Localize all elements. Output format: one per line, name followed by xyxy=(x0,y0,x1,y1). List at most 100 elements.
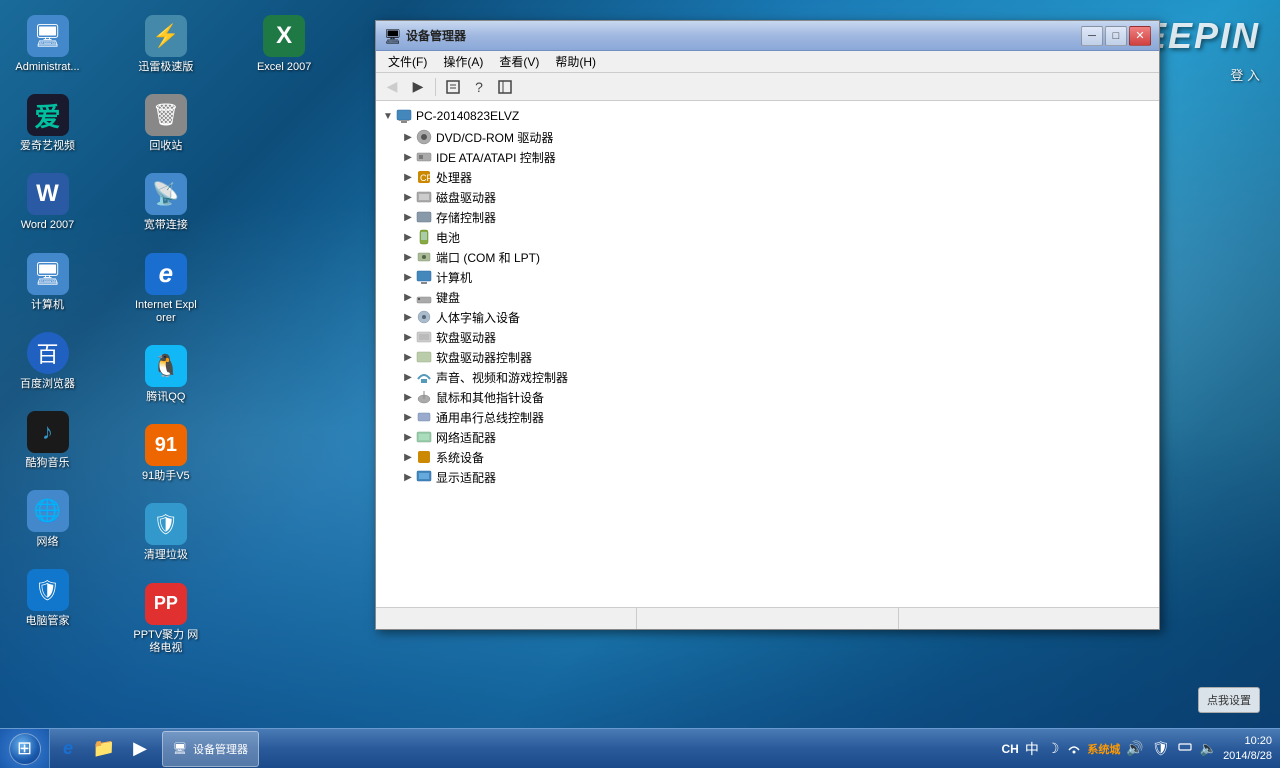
taskbar-items: e 📁 ▶ 🖥 设备管理器 xyxy=(50,729,994,768)
toolbar-separator-1 xyxy=(435,78,436,96)
desktop-icon-thunder[interactable]: ⚡ 迅雷极速版 xyxy=(128,10,203,79)
tree-item-17[interactable]: ▶ 显示适配器 xyxy=(380,467,1155,487)
expand-5[interactable]: ▶ xyxy=(400,229,416,245)
window-titlebar[interactable]: 🖥 设备管理器 ─ □ ✕ xyxy=(376,21,1159,51)
tray-speaker-icon[interactable]: 🔊 xyxy=(1124,738,1145,759)
help-button[interactable]: ? xyxy=(467,76,491,98)
settings-button[interactable]: 点我设置 xyxy=(1198,687,1260,713)
ime-icon[interactable]: 中 xyxy=(1023,737,1041,761)
start-button[interactable]: ⊞ xyxy=(0,729,50,768)
taskbar-media-icon[interactable]: ▶ xyxy=(124,733,156,765)
expand-11[interactable]: ▶ xyxy=(400,349,416,365)
tree-item-15[interactable]: ▶ 网络适配器 xyxy=(380,427,1155,447)
desktop-icon-word2007[interactable]: W Word 2007 xyxy=(10,168,85,237)
desktop-icon-administrator[interactable]: 🖥 Administrat... xyxy=(10,10,85,79)
minimize-button[interactable]: ─ xyxy=(1081,26,1103,46)
desktop-icon-baidu[interactable]: 百 百度浏览器 xyxy=(10,327,85,396)
refresh-button[interactable] xyxy=(493,76,517,98)
forward-button[interactable]: ▶ xyxy=(406,76,430,98)
tree-item-12[interactable]: ▶ 声音、视频和游戏控制器 xyxy=(380,367,1155,387)
expand-10[interactable]: ▶ xyxy=(400,329,416,345)
desktop-icon-v91[interactable]: 91 91助手V5 xyxy=(128,419,203,488)
desktop-icon-excel2007[interactable]: X Excel 2007 xyxy=(247,10,322,79)
cleanmaster-icon: 🛡 xyxy=(145,503,187,545)
desktop-icon-ie[interactable]: e Internet Explorer xyxy=(128,248,203,330)
device-tree[interactable]: ▼ PC-20140823ELVZ ▶ DVD/CD-ROM 驱动器 ▶ xyxy=(376,101,1159,607)
tree-item-5[interactable]: ▶ 电池 xyxy=(380,227,1155,247)
expand-13[interactable]: ▶ xyxy=(400,389,416,405)
expand-0[interactable]: ▶ xyxy=(400,129,416,145)
desktop-icon-recycle[interactable]: 🗑 回收站 xyxy=(128,89,203,158)
desktop-icon-broadband[interactable]: 📡 宽带连接 xyxy=(128,168,203,237)
tree-item-2[interactable]: ▶ CPU 处理器 xyxy=(380,167,1155,187)
system-clock[interactable]: 10:20 2014/8/28 xyxy=(1223,734,1272,763)
taskbar-ie-icon[interactable]: e xyxy=(52,733,84,765)
menu-help[interactable]: 帮助(H) xyxy=(547,51,604,72)
login-text: 登 入 xyxy=(1230,65,1260,84)
expand-14[interactable]: ▶ xyxy=(400,409,416,425)
expand-2[interactable]: ▶ xyxy=(400,169,416,185)
iqiyi-icon: 爱 xyxy=(27,94,69,136)
close-button[interactable]: ✕ xyxy=(1129,26,1151,46)
expand-8[interactable]: ▶ xyxy=(400,289,416,305)
window-controls: ─ □ ✕ xyxy=(1081,26,1151,46)
expand-15[interactable]: ▶ xyxy=(400,429,416,445)
expand-1[interactable]: ▶ xyxy=(400,149,416,165)
properties-button[interactable] xyxy=(441,76,465,98)
desktop-icon-pcmgr[interactable]: 🛡 电脑管家 xyxy=(10,564,85,633)
tree-item-3[interactable]: ▶ 磁盘驱动器 xyxy=(380,187,1155,207)
clock-time: 10:20 xyxy=(1223,734,1272,748)
expand-12[interactable]: ▶ xyxy=(400,369,416,385)
desktop-icon-qq[interactable]: 🐧 腾讯QQ xyxy=(128,340,203,409)
desktop-icon-iqiyi[interactable]: 爱 爱奇艺视频 xyxy=(10,89,85,158)
back-button[interactable]: ◀ xyxy=(380,76,404,98)
menu-view[interactable]: 查看(V) xyxy=(491,51,547,72)
expand-9[interactable]: ▶ xyxy=(400,309,416,325)
tree-item-8[interactable]: ▶ 键盘 xyxy=(380,287,1155,307)
expand-4[interactable]: ▶ xyxy=(400,209,416,225)
taskbar-folder-icon[interactable]: 📁 xyxy=(88,733,120,765)
tree-item-7[interactable]: ▶ 计算机 xyxy=(380,267,1155,287)
icon-10 xyxy=(416,329,432,345)
recycle-icon: 🗑 xyxy=(145,94,187,136)
tray-moon-icon[interactable]: ☽ xyxy=(1045,738,1062,759)
desktop-icon-computer[interactable]: 🖥 计算机 xyxy=(10,248,85,317)
broadband-icon: 📡 xyxy=(145,173,187,215)
tree-item-9[interactable]: ▶ 人体字输入设备 xyxy=(380,307,1155,327)
maximize-button[interactable]: □ xyxy=(1105,26,1127,46)
expand-3[interactable]: ▶ xyxy=(400,189,416,205)
icon-9 xyxy=(416,309,432,325)
root-expand-icon[interactable]: ▼ xyxy=(380,108,396,124)
thunder-label: 迅雷极速版 xyxy=(138,61,193,74)
tree-item-14[interactable]: ▶ 通用串行总线控制器 xyxy=(380,407,1155,427)
tray-network2-icon[interactable] xyxy=(1176,738,1194,759)
tree-item-11[interactable]: ▶ 软盘驱动器控制器 xyxy=(380,347,1155,367)
tree-item-6[interactable]: ▶ 端口 (COM 和 LPT) xyxy=(380,247,1155,267)
desktop-icon-network[interactable]: 🌐 网络 xyxy=(10,485,85,554)
tree-item-16[interactable]: ▶ 系统设备 xyxy=(380,447,1155,467)
word2007-icon: W xyxy=(27,173,69,215)
lang-indicator[interactable]: CH xyxy=(1002,742,1019,756)
desktop-icon-pptv[interactable]: PP PPTV聚力 网络电视 xyxy=(128,578,203,660)
expand-7[interactable]: ▶ xyxy=(400,269,416,285)
tree-item-4[interactable]: ▶ 存储控制器 xyxy=(380,207,1155,227)
expand-17[interactable]: ▶ xyxy=(400,469,416,485)
desktop-icon-cleanmaster[interactable]: 🛡 清理垃圾 xyxy=(128,498,203,567)
tree-item-13[interactable]: ▶ 鼠标和其他指针设备 xyxy=(380,387,1155,407)
tree-item-0[interactable]: ▶ DVD/CD-ROM 驱动器 xyxy=(380,127,1155,147)
tree-root-computer[interactable]: ▼ PC-20140823ELVZ xyxy=(380,105,1155,127)
desktop-icon-kudog[interactable]: ♪ 酷狗音乐 xyxy=(10,406,85,475)
tray-security-icon[interactable]: 🛡 xyxy=(1150,738,1172,759)
tray-volume-icon[interactable]: 🔈 xyxy=(1198,738,1219,759)
taskbar-active-window[interactable]: 🖥 设备管理器 xyxy=(162,731,259,767)
expand-16[interactable]: ▶ xyxy=(400,449,416,465)
tree-item-10[interactable]: ▶ 软盘驱动器 xyxy=(380,327,1155,347)
svg-text:CPU: CPU xyxy=(420,173,432,183)
expand-6[interactable]: ▶ xyxy=(400,249,416,265)
menu-action[interactable]: 操作(A) xyxy=(435,51,491,72)
tray-network-icon[interactable] xyxy=(1065,738,1083,759)
icon-16 xyxy=(416,449,432,465)
menu-file[interactable]: 文件(F) xyxy=(380,51,435,72)
tree-item-1[interactable]: ▶ IDE ATA/ATAPI 控制器 xyxy=(380,147,1155,167)
excel2007-label: Excel 2007 xyxy=(257,61,311,74)
